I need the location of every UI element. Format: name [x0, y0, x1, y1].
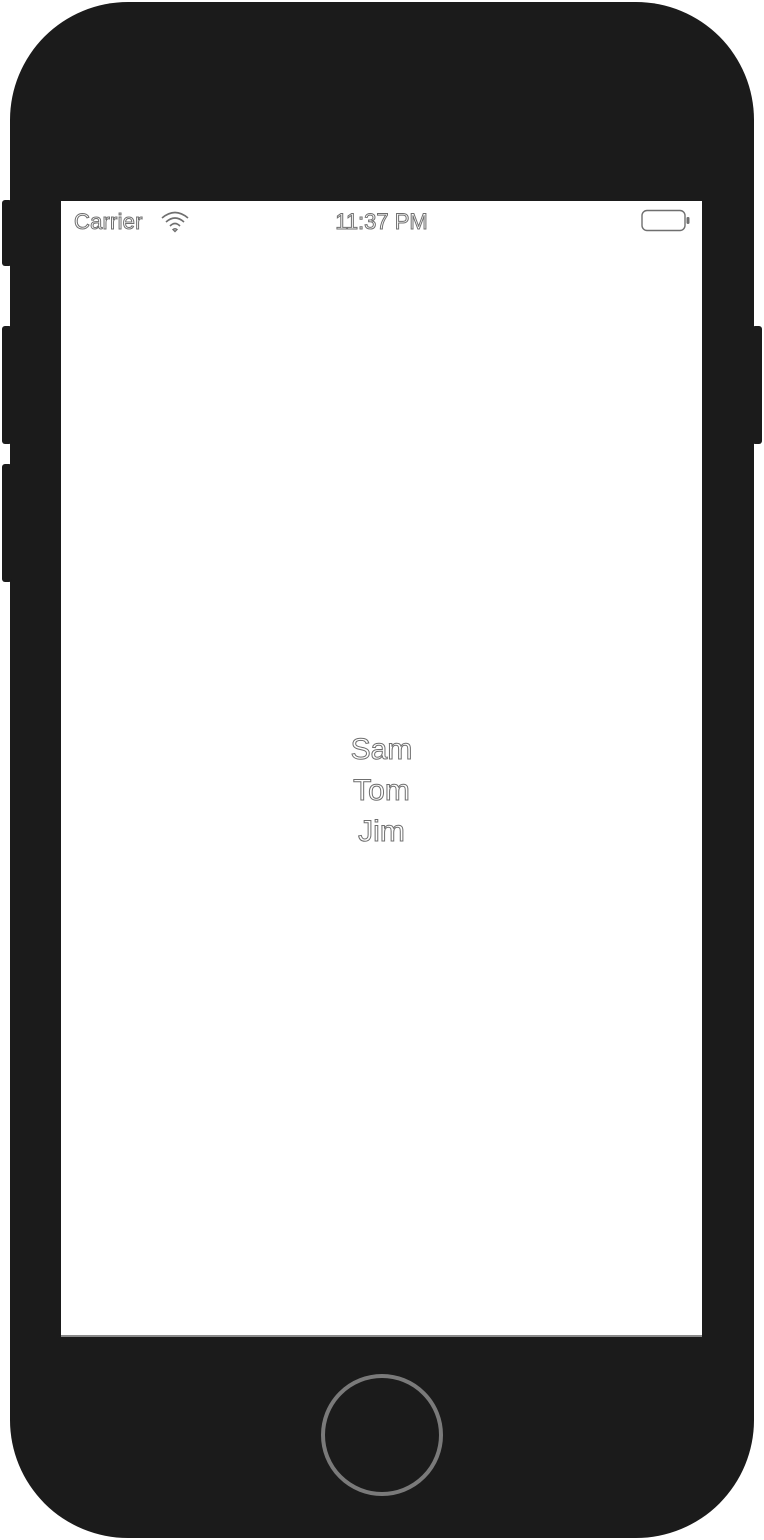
name-label: Tom [353, 774, 411, 808]
name-label: Sam [350, 733, 413, 767]
volume-up-button [2, 326, 12, 444]
name-label: Jim [358, 815, 406, 849]
battery-icon [641, 209, 691, 233]
volume-down-button [2, 464, 12, 582]
power-button [752, 326, 762, 444]
status-bar: Carrier 11:37 PM [61, 201, 702, 243]
mute-switch [2, 200, 12, 266]
home-button[interactable] [321, 1374, 443, 1496]
status-time: 11:37 PM [335, 209, 429, 235]
names-list: Sam Tom Jim [61, 729, 702, 852]
phone-screen: Carrier 11:37 PM Sam Tom Jim [61, 201, 702, 1337]
